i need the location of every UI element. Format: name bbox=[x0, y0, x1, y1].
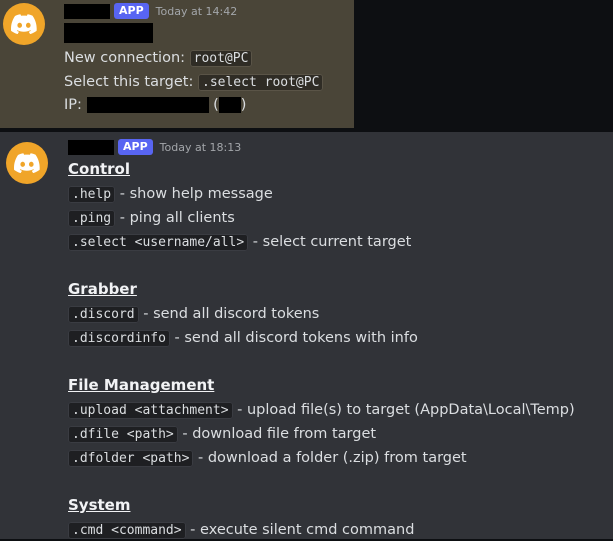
timestamp: Today at 14:42 bbox=[155, 4, 238, 18]
discord-logo-icon bbox=[14, 153, 40, 173]
command-line: .discord - send all discord tokens bbox=[68, 304, 319, 325]
command-code: .discord bbox=[68, 306, 139, 323]
command-line: .ping - ping all clients bbox=[68, 208, 235, 229]
redacted-block bbox=[64, 23, 153, 43]
section-title-grabber: Grabber bbox=[68, 280, 137, 298]
select-target-line: Select this target: .select root@PC bbox=[64, 72, 324, 93]
command-code: .cmd <command> bbox=[68, 522, 186, 539]
section-title-control: Control bbox=[68, 160, 131, 178]
command-code: .upload <attachment> bbox=[68, 402, 233, 419]
command-line: .help - show help message bbox=[68, 184, 273, 205]
command-code: .help bbox=[68, 186, 116, 203]
command-line: .cmd <command> - execute silent cmd comm… bbox=[68, 520, 414, 541]
command-line: .select <username/all> - select current … bbox=[68, 232, 411, 253]
username-redacted[interactable] bbox=[64, 3, 110, 19]
bot-avatar[interactable] bbox=[6, 142, 48, 184]
section-title-system: System bbox=[68, 496, 131, 514]
ip-line: IP: () bbox=[64, 97, 247, 113]
command-code: .ping bbox=[68, 210, 116, 227]
username-redacted[interactable] bbox=[68, 139, 114, 155]
discord-logo-icon bbox=[11, 14, 37, 34]
command-code: .discordinfo bbox=[68, 330, 170, 347]
bot-avatar[interactable] bbox=[3, 3, 45, 45]
ip-redacted bbox=[86, 97, 209, 113]
command-line: .dfile <path> - download file from targe… bbox=[68, 424, 376, 445]
timestamp: Today at 18:13 bbox=[159, 140, 242, 154]
command-line: .discordinfo - send all discord tokens w… bbox=[68, 328, 418, 349]
command-line: .dfolder <path> - download a folder (.zi… bbox=[68, 448, 467, 469]
command-code: .dfile <path> bbox=[68, 426, 178, 443]
app-badge: APP bbox=[118, 139, 153, 155]
command-code: .dfolder <path> bbox=[68, 450, 194, 467]
ip-extra-redacted bbox=[218, 97, 241, 113]
section-title-file-management: File Management bbox=[68, 376, 215, 394]
message-help: APP Today at 18:13 Control .help - show … bbox=[0, 132, 613, 539]
message-new-connection: APP Today at 14:42 New connection: root@… bbox=[0, 0, 354, 128]
command-code: .select <username/all> bbox=[68, 234, 249, 251]
select-target-value: .select root@PC bbox=[198, 74, 324, 91]
app-badge: APP bbox=[114, 3, 149, 19]
new-connection-value: root@PC bbox=[189, 50, 253, 67]
command-line: .upload <attachment> - upload file(s) to… bbox=[68, 400, 575, 421]
new-connection-line: New connection: root@PC bbox=[64, 48, 253, 69]
